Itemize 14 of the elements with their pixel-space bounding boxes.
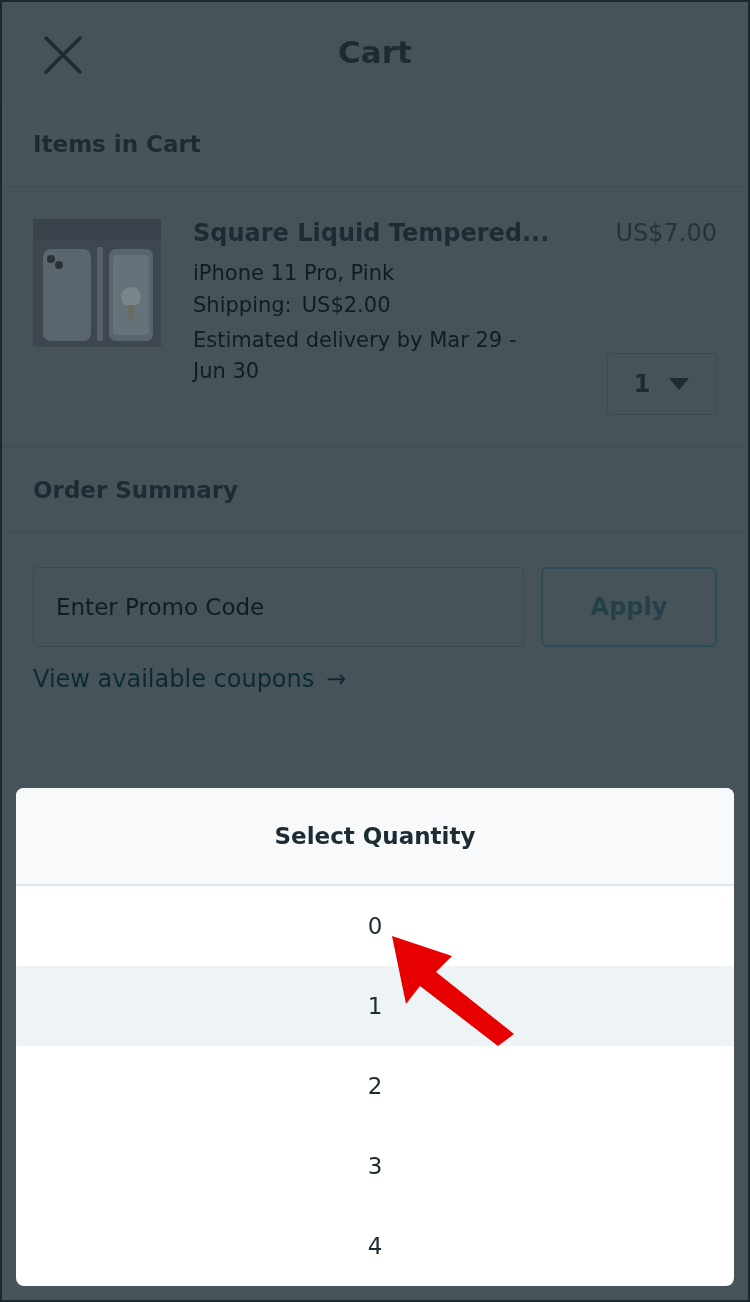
shipping-price: US$2.00: [301, 293, 391, 317]
close-icon[interactable]: [42, 34, 84, 76]
pointer-arrow-icon: [390, 934, 516, 1048]
quantity-option[interactable]: 0: [16, 886, 734, 966]
quantity-option[interactable]: 2: [16, 1046, 734, 1126]
product-variant: iPhone 11 Pro, Pink: [193, 261, 396, 285]
caret-icon: [668, 377, 691, 391]
quantity-option[interactable]: 1: [16, 966, 734, 1046]
promo-code-field[interactable]: Enter Promo Code: [33, 567, 524, 647]
quantity-option[interactable]: 3: [16, 1126, 734, 1206]
quantity-option[interactable]: 4: [16, 1206, 734, 1286]
delivery-estimate: Estimated delivery by Mar 29 - Jun 30: [193, 327, 518, 385]
sheet-title: Select Quantity: [274, 823, 476, 849]
shipping-label: Shipping:: [193, 293, 292, 317]
